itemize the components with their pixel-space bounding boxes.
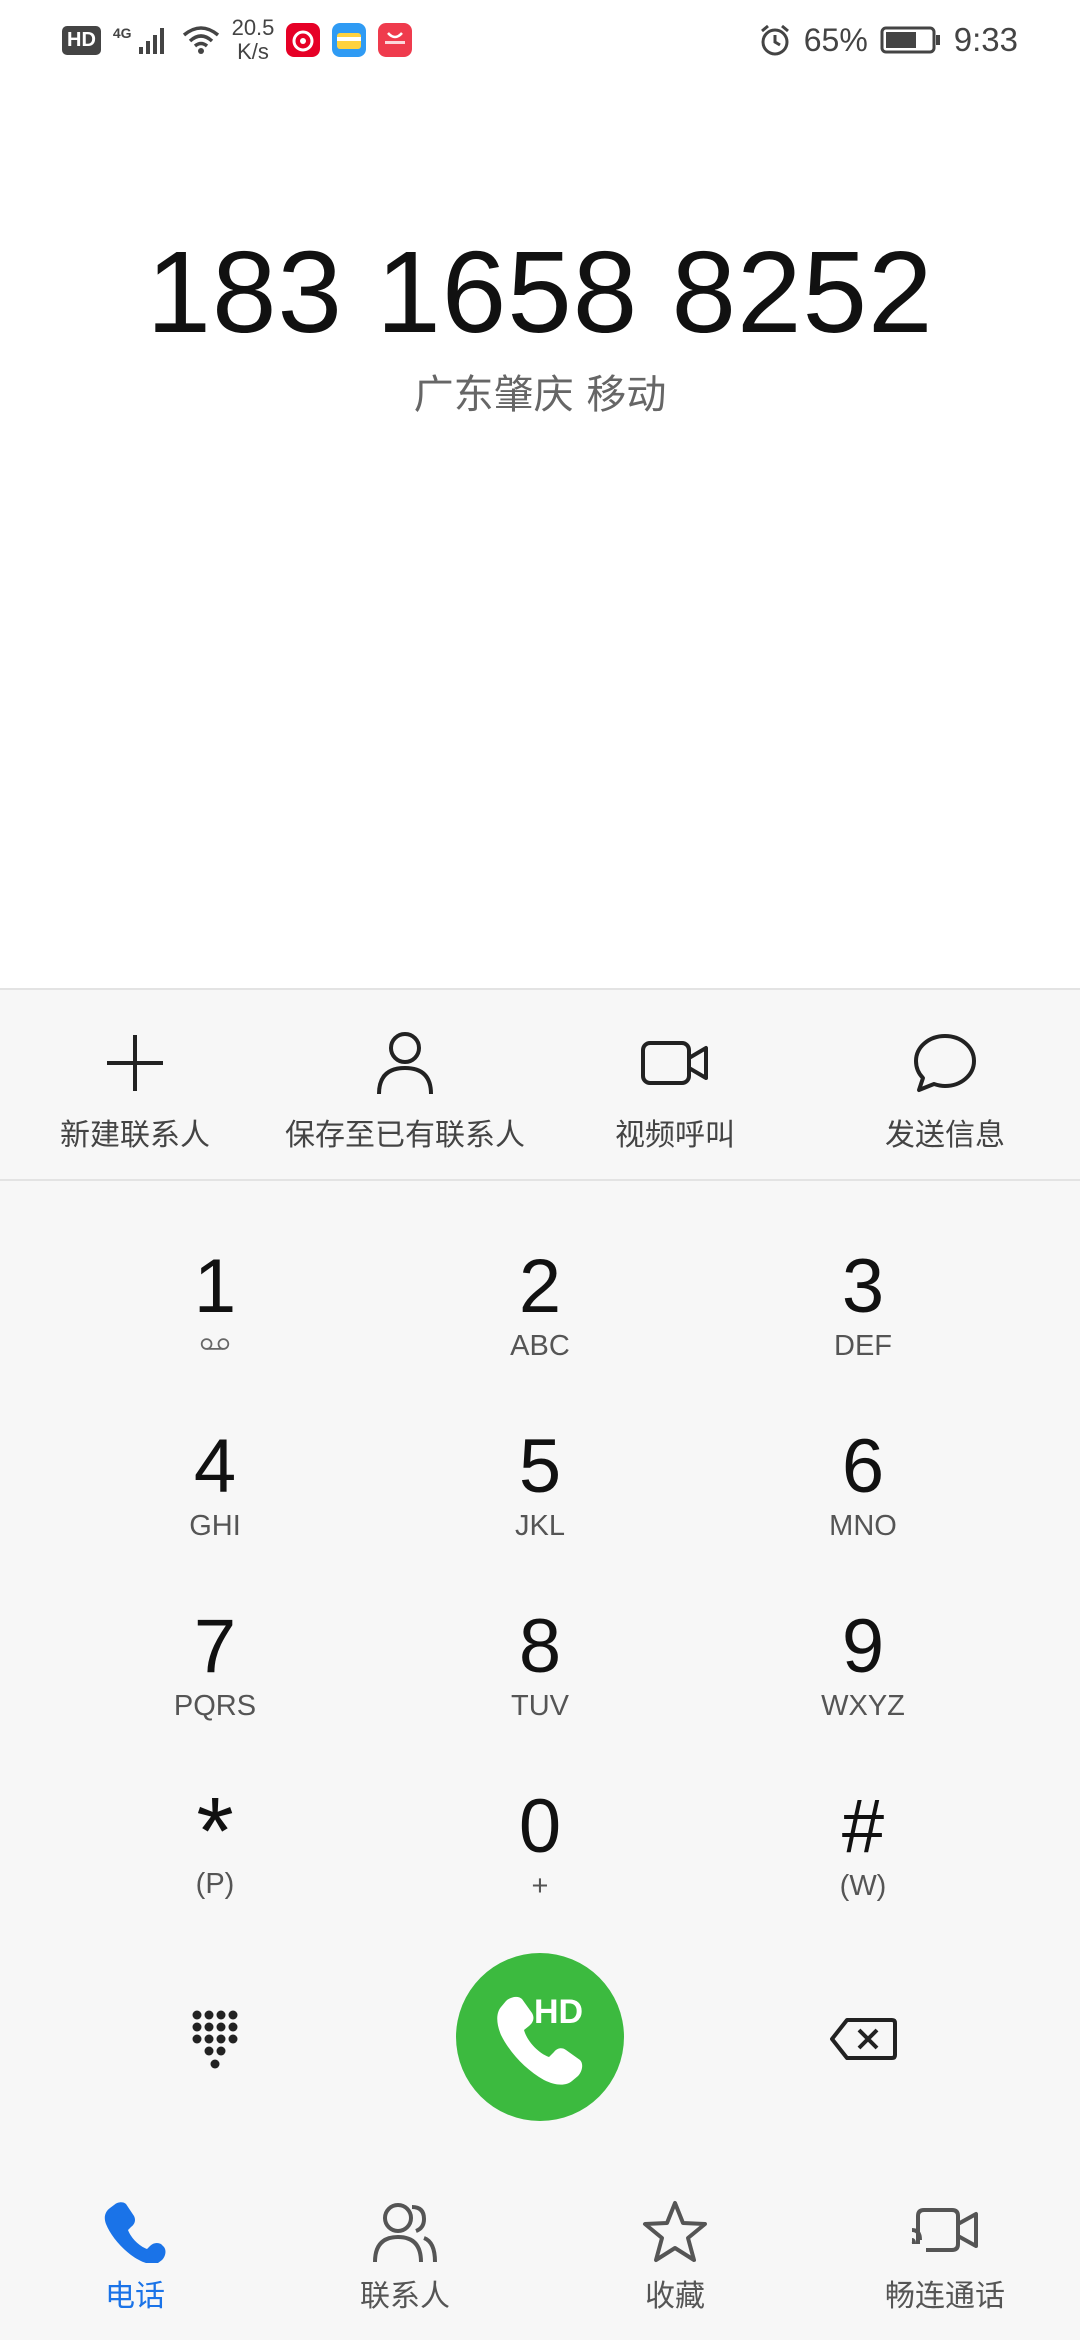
key-hash[interactable]: # (W) (743, 1721, 983, 1903)
dialpad-icon (192, 2010, 238, 2069)
new-contact-label: 新建联系人 (60, 1118, 210, 1153)
key-digit: * (196, 1778, 234, 1885)
phone-icon (104, 2202, 166, 2263)
network-type: 4G (112, 25, 132, 41)
voicemail-icon (200, 1338, 230, 1350)
save-to-existing-contact-label: 保存至已有联系人 (285, 1118, 525, 1153)
key-digit: 4 (193, 1424, 237, 1509)
key-2[interactable]: 2 ABC (420, 1181, 660, 1363)
battery-icon (880, 26, 940, 54)
key-7[interactable]: 7 PQRS (95, 1541, 335, 1723)
dialer-screen: HD 4G 20.5 K/s 65% 9:33 183 1658 8252 广东… (0, 0, 1080, 2340)
video-icon (641, 1041, 708, 1085)
key-8[interactable]: 8 TUV (420, 1541, 660, 1723)
hide-keypad-button[interactable] (175, 1999, 255, 2079)
key-digit: 1 (193, 1244, 237, 1329)
wifi-icon (182, 26, 219, 54)
meetime-icon (911, 2208, 978, 2252)
hd-badge: HD (534, 1993, 583, 2031)
tab-contacts-label: 联系人 (360, 2279, 450, 2314)
speed-unit: K/s (237, 39, 269, 64)
alarm-icon (760, 24, 789, 56)
tab-phone-label: 电话 (105, 2279, 165, 2314)
hd-call-icon: HD (497, 1993, 583, 2085)
key-digit: 3 (841, 1244, 885, 1329)
tab-phone[interactable]: 电话 (0, 2151, 270, 2340)
status-right: 65% 9:33 (758, 21, 1018, 59)
key-letters: GHI (189, 1510, 241, 1542)
call-button[interactable]: HD (456, 1953, 624, 2121)
battery-percent: 65% (803, 21, 868, 58)
contacts-icon (373, 2203, 437, 2263)
key-digit: 0 (518, 1784, 562, 1869)
network-speed: 20.5 K/s (232, 16, 275, 64)
key-letters: (P) (195, 1868, 235, 1900)
message-icon (914, 1034, 976, 1092)
key-letters: WXYZ (821, 1690, 905, 1722)
tab-favorites[interactable]: 收藏 (540, 2151, 810, 2340)
key-digit: 9 (841, 1604, 885, 1689)
huawei-store-icon (378, 23, 413, 57)
key-letters: JKL (515, 1510, 565, 1542)
backspace-button[interactable] (823, 1999, 903, 2079)
key-digit: 6 (841, 1424, 885, 1509)
key-3[interactable]: 3 DEF (743, 1181, 983, 1363)
status-left: HD 4G 20.5 K/s (62, 16, 413, 64)
number-location: 广东肇庆 移动 (413, 372, 667, 418)
speed-value: 20.5 (231, 15, 275, 40)
tab-meetime-label: 畅连通话 (885, 2279, 1005, 2314)
key-digit: 7 (193, 1604, 237, 1689)
key-digit: 5 (518, 1424, 562, 1509)
hd-voice-indicator: HD (62, 25, 101, 55)
video-call-label: 视频呼叫 (615, 1118, 735, 1153)
plus-icon (107, 1035, 163, 1091)
key-4[interactable]: 4 GHI (95, 1361, 335, 1543)
key-star[interactable]: * (P) (95, 1721, 335, 1901)
send-message-label: 发送信息 (885, 1118, 1005, 1153)
key-1[interactable]: 1 (95, 1181, 335, 1351)
new-contact-button[interactable]: 新建联系人 (0, 990, 270, 1183)
key-digit: # (841, 1784, 885, 1869)
star-icon (643, 2201, 707, 2262)
clock-time: 9:33 (953, 21, 1018, 58)
key-letters: PQRS (173, 1690, 257, 1722)
action-bar: 新建联系人 保存至已有联系人 视频呼叫 发送信息 (0, 988, 1080, 1181)
backspace-icon (830, 2018, 897, 2060)
send-message-button[interactable]: 发送信息 (810, 990, 1080, 1183)
signal-icon (138, 28, 164, 54)
wallet-icon (332, 23, 367, 57)
status-bar: HD 4G 20.5 K/s 65% 9:33 (0, 0, 1080, 80)
key-letters: (W) (839, 1870, 887, 1902)
key-letters: DEF (834, 1330, 892, 1362)
tab-contacts[interactable]: 联系人 (270, 2151, 540, 2340)
key-digit: 8 (518, 1604, 562, 1689)
key-letters: TUV (511, 1690, 569, 1722)
key-5[interactable]: 5 JKL (420, 1361, 660, 1543)
key-9[interactable]: 9 WXYZ (743, 1541, 983, 1723)
key-letters: + (531, 1870, 549, 1902)
tab-meetime[interactable]: 畅连通话 (810, 2151, 1080, 2340)
tab-favorites-label: 收藏 (645, 2279, 705, 2314)
key-letters: MNO (829, 1510, 897, 1542)
bottom-navigation: 电话 联系人 收藏 畅连通话 (0, 2151, 1080, 2340)
key-6[interactable]: 6 MNO (743, 1361, 983, 1543)
key-0[interactable]: 0 + (420, 1721, 660, 1903)
key-letters: ABC (510, 1330, 570, 1362)
netease-music-icon (286, 23, 321, 57)
key-digit: 2 (518, 1244, 562, 1329)
person-icon (377, 1032, 433, 1095)
video-call-button[interactable]: 视频呼叫 (540, 990, 810, 1183)
save-to-existing-contact-button[interactable]: 保存至已有联系人 (270, 990, 540, 1183)
dialed-number[interactable]: 183 1658 8252 (0, 225, 1080, 359)
